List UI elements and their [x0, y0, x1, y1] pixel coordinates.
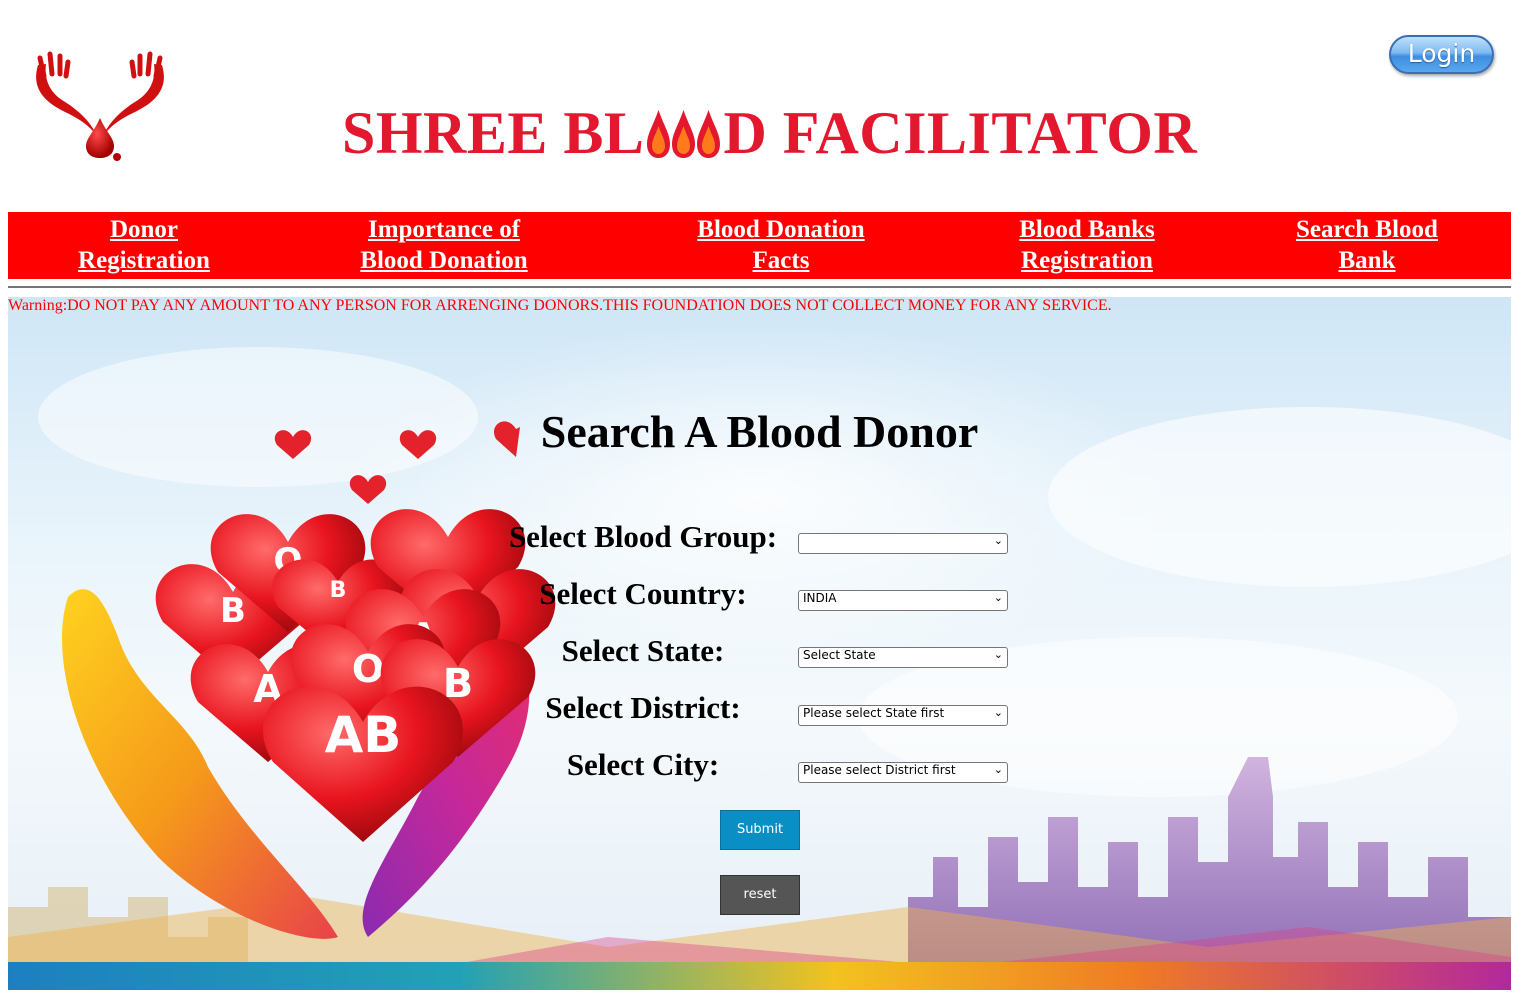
blood-group-select[interactable]: ⌄	[798, 533, 1008, 554]
district-select[interactable]: Please select State first ⌄	[798, 705, 1008, 726]
nav-blood-banks-registration[interactable]: Blood Banks Registration	[1008, 214, 1166, 276]
country-value: INDIA	[803, 591, 837, 605]
state-value: Select State	[803, 648, 876, 662]
main-nav: Donor Registration Importance of Blood D…	[8, 212, 1511, 279]
chevron-down-icon: ⌄	[993, 648, 1003, 661]
page-title: Search A Blood Donor	[540, 406, 979, 457]
decorative-footer-band	[8, 962, 1511, 990]
district-value: Please select State first	[803, 706, 945, 720]
blood-group-label: Select Blood Group:	[508, 519, 778, 554]
country-label: Select Country:	[539, 576, 747, 611]
login-button[interactable]: Login	[1389, 35, 1494, 74]
state-select[interactable]: Select State ⌄	[798, 647, 1008, 668]
site-logo	[10, 40, 230, 175]
reset-button[interactable]: reset	[720, 875, 800, 915]
chevron-down-icon: ⌄	[993, 591, 1003, 604]
site-title-end: D FACILITATOR	[723, 99, 1198, 166]
chevron-down-icon: ⌄	[993, 706, 1003, 719]
svg-text:B: B	[220, 591, 246, 631]
nav-donor-registration[interactable]: Donor Registration	[74, 214, 214, 276]
nav-importance-of-blood-donation[interactable]: Importance of Blood Donation	[349, 214, 539, 276]
svg-text:B: B	[330, 578, 347, 603]
country-select[interactable]: INDIA ⌄	[798, 590, 1008, 611]
divider	[8, 286, 1511, 288]
submit-button[interactable]: Submit	[720, 810, 800, 850]
city-label: Select City:	[566, 747, 720, 782]
city-value: Please select District first	[803, 763, 956, 777]
nav-blood-donation-facts[interactable]: Blood Donation Facts	[686, 214, 876, 276]
svg-text:O: O	[352, 647, 384, 691]
chevron-down-icon: ⌄	[993, 763, 1003, 776]
svg-text:AB: AB	[325, 706, 402, 764]
warning-banner: Warning:DO NOT PAY ANY AMOUNT TO ANY PER…	[8, 297, 1112, 314]
nav-search-blood-bank[interactable]: Search Blood Bank	[1284, 214, 1450, 276]
site-title-start: SHREE BL	[342, 99, 645, 166]
search-section: B O B A A A O B AB Warning:DO NOT PAY AN…	[8, 297, 1511, 990]
district-label: Select District:	[545, 690, 741, 725]
state-label: Select State:	[561, 633, 725, 668]
city-select[interactable]: Please select District first ⌄	[798, 762, 1008, 783]
site-title: SHREE BL D FACILITATOR	[342, 98, 1197, 168]
blood-drops-icon	[646, 106, 721, 160]
chevron-down-icon: ⌄	[993, 534, 1003, 547]
